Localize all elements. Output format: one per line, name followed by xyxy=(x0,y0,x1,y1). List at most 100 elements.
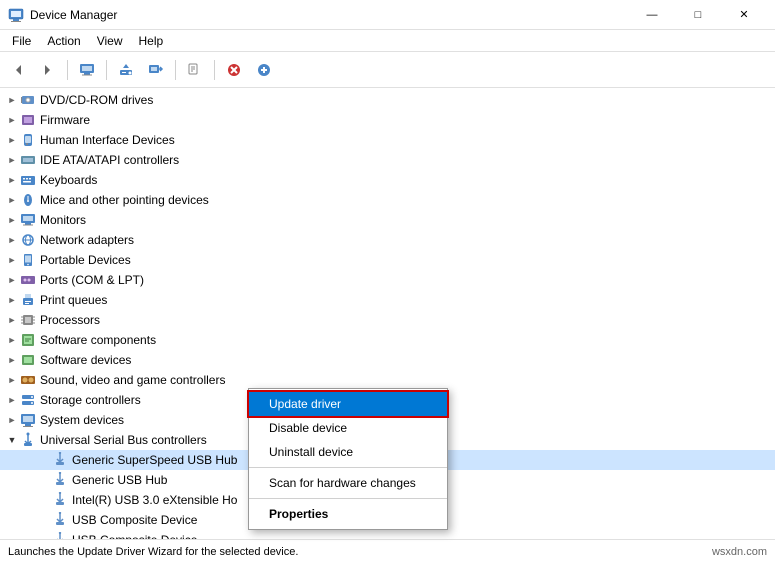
tree-item-dvd[interactable]: ►DVD/CD-ROM drives xyxy=(0,90,775,110)
expand-arrow-generic-ss-hub xyxy=(36,452,52,468)
usb-device-icon xyxy=(52,532,68,539)
toolbar-separator-2 xyxy=(106,60,107,80)
usb-device-icon xyxy=(52,512,68,528)
expand-arrow-usb[interactable]: ▼ xyxy=(4,432,20,448)
dvd-icon xyxy=(20,92,36,108)
network-icon xyxy=(20,232,36,248)
context-menu-item-update-driver[interactable]: Update driver xyxy=(249,392,447,416)
expand-arrow-network[interactable]: ► xyxy=(4,232,20,248)
update-driver-toolbar-button[interactable] xyxy=(112,56,140,84)
usb-device-icon xyxy=(52,492,68,508)
toolbar-separator-4 xyxy=(214,60,215,80)
expand-arrow-system[interactable]: ► xyxy=(4,412,20,428)
item-label-monitors: Monitors xyxy=(40,210,86,230)
item-label-intel-usb: Intel(R) USB 3.0 eXtensible Ho xyxy=(72,490,237,510)
tree-item-network[interactable]: ► Network adapters xyxy=(0,230,775,250)
item-label-portable: Portable Devices xyxy=(40,250,131,270)
expand-arrow-firmware[interactable]: ► xyxy=(4,112,20,128)
item-label-generic-ss-hub: Generic SuperSpeed USB Hub xyxy=(72,450,237,470)
expand-arrow-dvd[interactable]: ► xyxy=(4,92,20,108)
close-button[interactable]: ✕ xyxy=(721,0,767,30)
expand-arrow-storage[interactable]: ► xyxy=(4,392,20,408)
item-label-hid: Human Interface Devices xyxy=(40,130,175,150)
status-text: Launches the Update Driver Wizard for th… xyxy=(8,546,298,558)
monitor-icon xyxy=(20,212,36,228)
item-label-printqueues: Print queues xyxy=(40,290,107,310)
properties-button[interactable] xyxy=(73,56,101,84)
item-label-generic-hub: Generic USB Hub xyxy=(72,470,167,490)
menu-help[interactable]: Help xyxy=(131,32,172,50)
portable-icon xyxy=(20,252,36,268)
window-title: Device Manager xyxy=(30,8,629,22)
tree-item-processors[interactable]: ► Processors xyxy=(0,310,775,330)
expand-arrow-keyboards[interactable]: ► xyxy=(4,172,20,188)
software-icon xyxy=(20,332,36,348)
minimize-button[interactable]: — xyxy=(629,0,675,30)
keyboard-icon xyxy=(20,172,36,188)
menu-view[interactable]: View xyxy=(89,32,131,50)
scan-hardware-toolbar-button[interactable] xyxy=(142,56,170,84)
context-menu-item-properties[interactable]: Properties xyxy=(249,502,447,526)
status-bar: Launches the Update Driver Wizard for th… xyxy=(0,539,775,563)
expand-arrow-monitors[interactable]: ► xyxy=(4,212,20,228)
storage-icon xyxy=(20,392,36,408)
tree-item-hid[interactable]: ► Human Interface Devices xyxy=(0,130,775,150)
item-label-storage: Storage controllers xyxy=(40,390,141,410)
usb-icon xyxy=(20,432,36,448)
expand-arrow-printqueues[interactable]: ► xyxy=(4,292,20,308)
uninstall-toolbar-button[interactable] xyxy=(220,56,248,84)
item-label-softdev: Software devices xyxy=(40,350,131,370)
hid-icon xyxy=(20,132,36,148)
mouse-icon xyxy=(20,192,36,208)
item-label-processors: Processors xyxy=(40,310,100,330)
app-icon xyxy=(8,7,24,23)
menu-file[interactable]: File xyxy=(4,32,39,50)
usb-device-icon xyxy=(52,452,68,468)
expand-arrow-ports[interactable]: ► xyxy=(4,272,20,288)
expand-arrow-softcomp[interactable]: ► xyxy=(4,332,20,348)
expand-arrow-sound[interactable]: ► xyxy=(4,372,20,388)
expand-arrow-softdev[interactable]: ► xyxy=(4,352,20,368)
tree-item-ports[interactable]: ► Ports (COM & LPT) xyxy=(0,270,775,290)
forward-button[interactable] xyxy=(34,56,62,84)
item-label-ports: Ports (COM & LPT) xyxy=(40,270,144,290)
item-label-usb: Universal Serial Bus controllers xyxy=(40,430,207,450)
tree-item-softdev[interactable]: ► Software devices xyxy=(0,350,775,370)
add-legacy-toolbar-button[interactable] xyxy=(250,56,278,84)
window-controls: — □ ✕ xyxy=(629,0,767,30)
tree-item-ide[interactable]: ► IDE ATA/ATAPI controllers xyxy=(0,150,775,170)
expand-arrow-processors[interactable]: ► xyxy=(4,312,20,328)
context-menu-item-disable-device[interactable]: Disable device xyxy=(249,416,447,440)
status-right-text: wsxdn.com xyxy=(712,546,767,558)
item-label-sound: Sound, video and game controllers xyxy=(40,370,225,390)
toolbar-separator-1 xyxy=(67,60,68,80)
tree-item-monitors[interactable]: ► Monitors xyxy=(0,210,775,230)
expand-arrow-generic-hub xyxy=(36,472,52,488)
maximize-button[interactable]: □ xyxy=(675,0,721,30)
tree-item-softcomp[interactable]: ► Software components xyxy=(0,330,775,350)
item-label-softcomp: Software components xyxy=(40,330,156,350)
context-menu-separator xyxy=(249,467,447,468)
tree-item-mice[interactable]: ►Mice and other pointing devices xyxy=(0,190,775,210)
expand-arrow-portable[interactable]: ► xyxy=(4,252,20,268)
context-menu-item-scan-changes[interactable]: Scan for hardware changes xyxy=(249,471,447,495)
expand-arrow-hid[interactable]: ► xyxy=(4,132,20,148)
tree-item-usb-comp2[interactable]: USB Composite Device xyxy=(0,530,775,539)
tree-item-portable[interactable]: ► Portable Devices xyxy=(0,250,775,270)
print-icon xyxy=(20,292,36,308)
tree-item-keyboards[interactable]: ►Keyboards xyxy=(0,170,775,190)
back-button[interactable] xyxy=(4,56,32,84)
tree-item-sound[interactable]: ► Sound, video and game controllers xyxy=(0,370,775,390)
context-menu-item-uninstall-device[interactable]: Uninstall device xyxy=(249,440,447,464)
tree-item-firmware[interactable]: ►Firmware xyxy=(0,110,775,130)
item-label-ide: IDE ATA/ATAPI controllers xyxy=(40,150,179,170)
menu-action[interactable]: Action xyxy=(39,32,88,50)
help-toolbar-button[interactable] xyxy=(181,56,209,84)
expand-arrow-ide[interactable]: ► xyxy=(4,152,20,168)
usb-device-icon xyxy=(52,472,68,488)
item-label-network: Network adapters xyxy=(40,230,134,250)
tree-item-printqueues[interactable]: ► Print queues xyxy=(0,290,775,310)
expand-arrow-mice[interactable]: ► xyxy=(4,192,20,208)
expand-arrow-usb-comp1 xyxy=(36,512,52,528)
processor-icon xyxy=(20,312,36,328)
